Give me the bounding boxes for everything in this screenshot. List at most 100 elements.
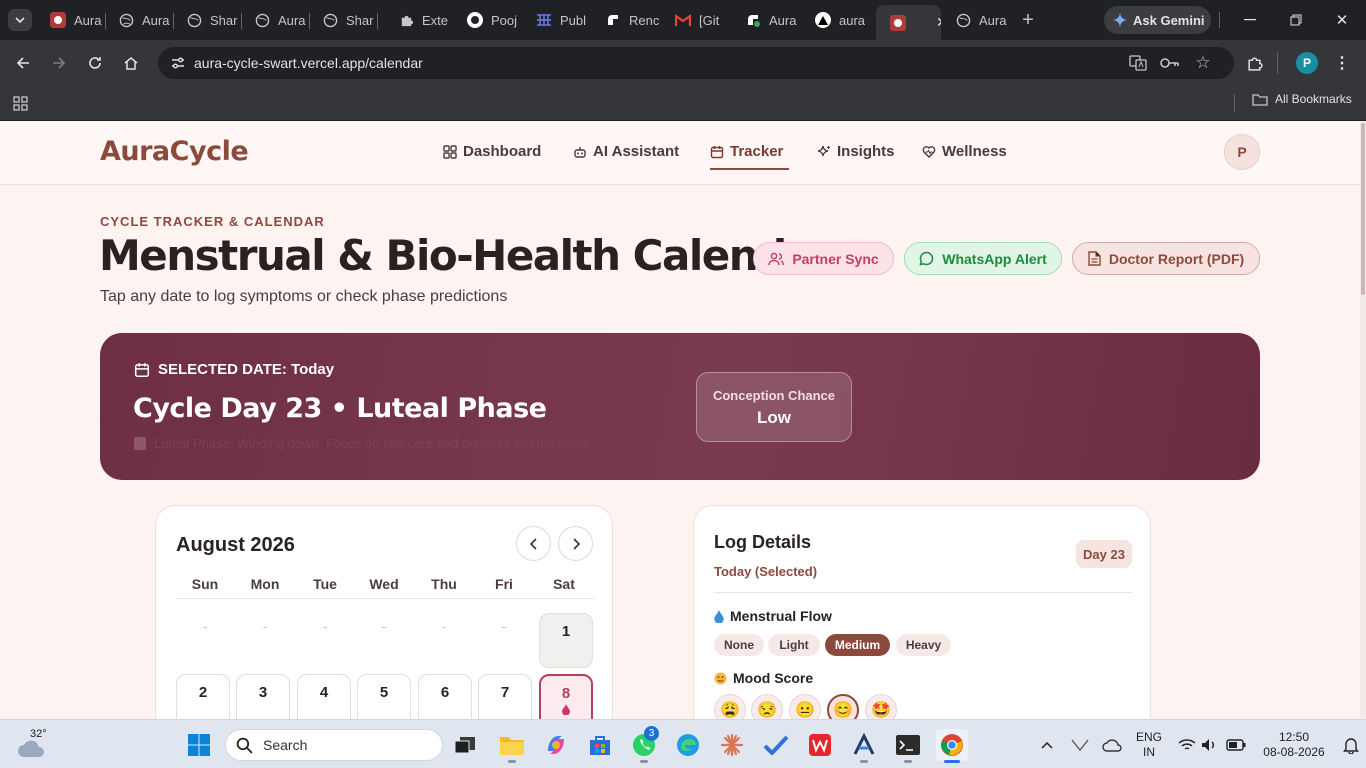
calendar-day-cell[interactable]: 1 bbox=[539, 613, 593, 668]
browser-tab[interactable]: aura bbox=[801, 6, 869, 34]
calendar-day-cell-today[interactable]: 8 bbox=[539, 674, 593, 719]
terminal-button[interactable] bbox=[892, 729, 924, 761]
mood-option-unamused[interactable]: 😒 bbox=[751, 694, 783, 719]
calendar-day-cell[interactable]: 4 bbox=[297, 674, 351, 719]
browser-tab[interactable]: Pooj bbox=[453, 6, 521, 34]
nav-tracker[interactable]: Tracker bbox=[710, 143, 783, 160]
mood-option-tired[interactable]: 😩 bbox=[714, 694, 746, 719]
wps-office-button[interactable] bbox=[804, 729, 836, 761]
forward-arrow-icon[interactable] bbox=[48, 52, 70, 74]
more-menu-icon[interactable]: ⋮ bbox=[1332, 52, 1352, 74]
url-text[interactable]: aura-cycle-swart.vercel.app/calendar bbox=[194, 55, 423, 71]
wifi-icon[interactable] bbox=[1177, 736, 1197, 754]
browser-tab[interactable]: Shar bbox=[308, 6, 376, 34]
edge-button[interactable] bbox=[672, 729, 704, 761]
empty-day-cell: - bbox=[501, 619, 507, 634]
calendar-day-cell[interactable]: 2 bbox=[176, 674, 230, 719]
mood-label: Mood Score bbox=[733, 670, 814, 686]
network-vpn-icon[interactable] bbox=[1070, 736, 1090, 754]
battery-icon[interactable] bbox=[1225, 736, 1247, 754]
user-avatar[interactable]: P bbox=[1224, 134, 1260, 170]
start-button[interactable] bbox=[183, 729, 215, 761]
volume-icon[interactable] bbox=[1200, 736, 1220, 754]
running-indicator bbox=[640, 760, 648, 763]
task-view-button[interactable] bbox=[449, 729, 481, 761]
translate-icon[interactable] bbox=[1128, 54, 1148, 72]
browser-tab[interactable]: Publ bbox=[522, 6, 590, 34]
new-tab-plus-icon[interactable]: + bbox=[1017, 9, 1039, 31]
arc-app-button[interactable] bbox=[848, 729, 880, 761]
browser-tab[interactable]: [Git bbox=[661, 6, 729, 34]
browser-tab[interactable]: Exte bbox=[384, 6, 448, 34]
nav-dashboard[interactable]: Dashboard bbox=[443, 143, 541, 160]
browser-tab[interactable]: Aura bbox=[104, 6, 172, 34]
weekday-header: Sun bbox=[191, 576, 219, 592]
restore-icon[interactable] bbox=[1286, 10, 1306, 30]
weekday-header: Mon bbox=[250, 576, 280, 592]
tab-search-button[interactable] bbox=[8, 9, 32, 31]
flow-option-light[interactable]: Light bbox=[768, 634, 820, 656]
browser-tab[interactable]: Aura bbox=[36, 6, 104, 34]
doctor-report-button[interactable]: Doctor Report (PDF) bbox=[1072, 242, 1260, 275]
browser-tab[interactable]: Aura bbox=[731, 6, 799, 34]
home-icon[interactable] bbox=[120, 52, 142, 74]
whatsapp-button[interactable]: 3 bbox=[628, 726, 660, 761]
clock[interactable]: 12:50 08-08-2026 bbox=[1258, 730, 1330, 760]
chrome-button[interactable] bbox=[936, 729, 968, 761]
apps-grid-icon[interactable] bbox=[10, 93, 30, 113]
browser-tab[interactable]: Renc bbox=[591, 6, 659, 34]
weather-widget[interactable]: 32° bbox=[16, 727, 50, 761]
back-arrow-icon[interactable] bbox=[12, 52, 34, 74]
flow-option-none[interactable]: None bbox=[714, 634, 764, 656]
browser-tab[interactable]: Aura bbox=[240, 6, 308, 34]
nav-ai-assistant[interactable]: AI Assistant bbox=[573, 143, 679, 160]
log-details-card: Log Details Today (Selected) Day 23 Mens… bbox=[693, 505, 1151, 719]
prev-month-button[interactable] bbox=[516, 526, 551, 561]
ask-gemini-button[interactable]: Ask Gemini bbox=[1104, 6, 1211, 34]
mood-option-happy-selected[interactable]: 😊 bbox=[827, 694, 859, 719]
next-month-button[interactable] bbox=[558, 526, 593, 561]
cloud-icon[interactable] bbox=[1101, 736, 1123, 754]
reload-icon[interactable] bbox=[84, 52, 106, 74]
flow-option-heavy[interactable]: Heavy bbox=[896, 634, 951, 656]
mood-option-neutral[interactable]: 😐 bbox=[789, 694, 821, 719]
all-bookmarks-button[interactable]: All Bookmarks bbox=[1252, 92, 1352, 106]
password-key-icon[interactable] bbox=[1160, 54, 1180, 72]
mood-option-star-struck[interactable]: 🤩 bbox=[865, 694, 897, 719]
empty-day-cell: - bbox=[262, 619, 268, 634]
taskbar-search-box[interactable]: Search bbox=[225, 729, 443, 761]
file-explorer-button[interactable] bbox=[496, 729, 528, 761]
calendar-day-cell[interactable]: 6 bbox=[418, 674, 472, 719]
browser-tab-active[interactable]: ✕ bbox=[876, 5, 941, 40]
scrollbar-thumb[interactable] bbox=[1361, 123, 1365, 295]
notification-bell-icon[interactable] bbox=[1340, 734, 1362, 756]
flow-option-medium[interactable]: Medium bbox=[825, 634, 890, 656]
flow-label: Menstrual Flow bbox=[730, 608, 832, 624]
browser-tab[interactable]: Shar bbox=[172, 6, 240, 34]
site-info-icon[interactable] bbox=[162, 55, 194, 71]
notification-badge: 3 bbox=[644, 726, 659, 741]
chevron-up-icon[interactable] bbox=[1038, 736, 1056, 754]
browser-tab[interactable]: Aura bbox=[941, 6, 1009, 34]
nav-insights[interactable]: Insights bbox=[817, 143, 895, 160]
whatsapp-alert-button[interactable]: WhatsApp Alert bbox=[904, 242, 1062, 275]
language-indicator[interactable]: ENG IN bbox=[1136, 730, 1162, 760]
todo-button[interactable] bbox=[760, 729, 792, 761]
calendar-day-cell[interactable]: 3 bbox=[236, 674, 290, 719]
microsoft-store-button[interactable] bbox=[584, 729, 616, 761]
copilot-icon bbox=[548, 736, 564, 754]
bookmark-star-icon[interactable]: ☆ bbox=[1193, 53, 1213, 72]
nav-wellness[interactable]: Wellness bbox=[922, 143, 1007, 160]
claude-button[interactable] bbox=[716, 729, 748, 761]
publish-icon bbox=[536, 12, 552, 28]
brand-logo[interactable]: AuraCycle bbox=[100, 136, 249, 167]
address-bar[interactable]: aura-cycle-swart.vercel.app/calendar ☆ bbox=[158, 47, 1234, 79]
calendar-day-cell[interactable]: 7 bbox=[478, 674, 532, 719]
calendar-day-cell[interactable]: 5 bbox=[357, 674, 411, 719]
minimize-icon[interactable] bbox=[1240, 10, 1260, 30]
extensions-icon[interactable] bbox=[1243, 52, 1265, 74]
profile-avatar[interactable]: P bbox=[1296, 52, 1318, 74]
close-window-icon[interactable]: ✕ bbox=[1332, 10, 1352, 30]
partner-sync-button[interactable]: Partner Sync bbox=[753, 242, 894, 275]
copilot-button[interactable] bbox=[540, 729, 572, 761]
